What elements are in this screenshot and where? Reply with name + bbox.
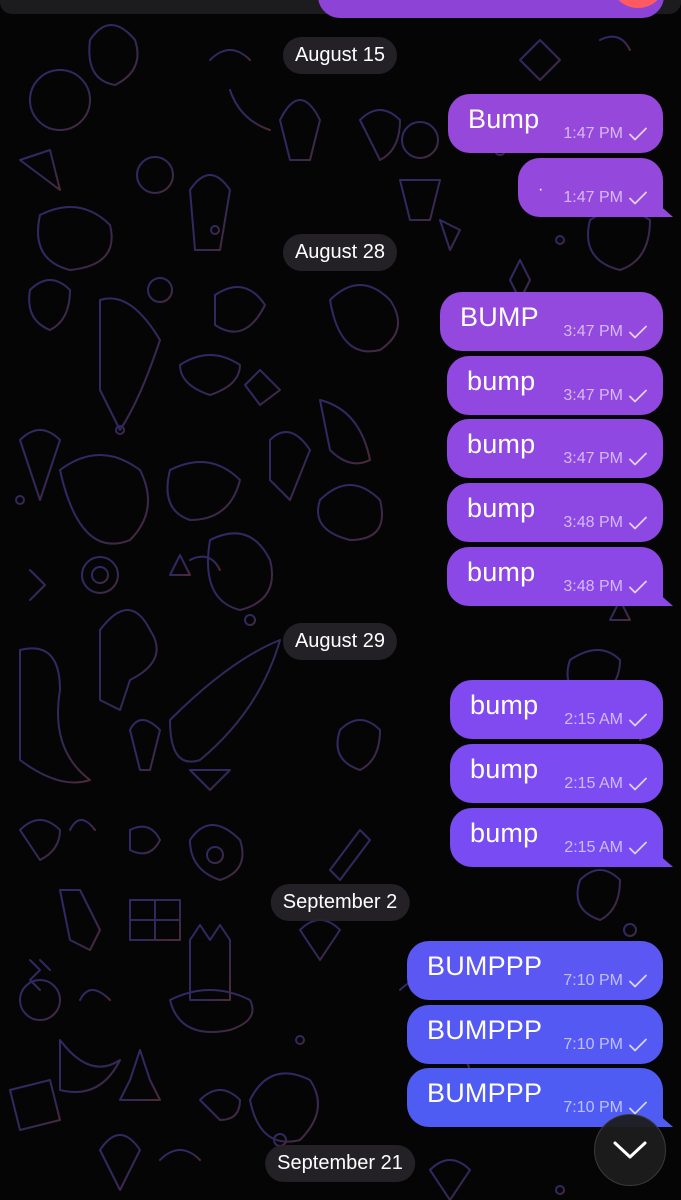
message-bubble[interactable]: bump 3:48 PM	[447, 547, 663, 606]
date-separator: September 21	[265, 1145, 415, 1182]
message-text: bump	[467, 429, 536, 459]
message-bubble[interactable]: BUMPPP 7:10 PM	[407, 1005, 663, 1064]
date-separator: August 28	[282, 234, 398, 271]
message-text: bump	[470, 690, 539, 720]
message-meta: 1:47 PM	[563, 125, 647, 143]
message-time: 1:47 PM	[563, 189, 623, 206]
message-bubble[interactable]: BUMP 3:47 PM	[440, 292, 663, 351]
message-time: 3:47 PM	[563, 323, 623, 340]
message-time: 7:10 PM	[563, 972, 623, 989]
chevron-down-icon	[613, 1141, 647, 1159]
message-text: BUMPPP	[427, 1078, 543, 1108]
message-meta: 1:47 PM	[563, 189, 647, 207]
message-bubble[interactable]: BUMPPP 7:10 PM	[407, 941, 663, 1000]
message-time: 7:10 PM	[563, 1099, 623, 1116]
message-time: 3:47 PM	[563, 387, 623, 404]
single-checkmark-icon	[629, 389, 647, 403]
message-bubble[interactable]: bump 3:48 PM	[447, 483, 663, 542]
single-checkmark-icon	[629, 580, 647, 594]
single-checkmark-icon	[629, 1038, 647, 1052]
partial-message-bubble[interactable]	[318, 0, 664, 18]
message-time: 2:15 AM	[564, 711, 623, 728]
date-separator: August 29	[282, 623, 398, 660]
single-checkmark-icon	[629, 191, 647, 205]
message-text: bump	[467, 557, 536, 587]
message-bubble[interactable]: bump 2:15 AM	[450, 680, 663, 739]
message-text: BUMPPP	[427, 951, 543, 981]
message-meta: 7:10 PM	[563, 1036, 647, 1054]
message-meta: 3:48 PM	[563, 514, 647, 532]
message-meta: 3:48 PM	[563, 578, 647, 596]
message-bubble[interactable]: Bump 1:47 PM	[448, 94, 663, 153]
message-text: bump	[467, 493, 536, 523]
message-time: 7:10 PM	[563, 1036, 623, 1053]
message-meta: 7:10 PM	[563, 972, 647, 990]
message-bubble[interactable]: · 1:47 PM	[518, 158, 663, 217]
message-text: bump	[470, 754, 539, 784]
message-bubble[interactable]: bump 2:15 AM	[450, 808, 663, 867]
message-text: bump	[470, 818, 539, 848]
single-checkmark-icon	[629, 452, 647, 466]
single-checkmark-icon	[629, 1101, 647, 1115]
single-checkmark-icon	[629, 841, 647, 855]
message-meta: 3:47 PM	[563, 323, 647, 341]
message-bubble[interactable]: bump 3:47 PM	[447, 356, 663, 415]
message-bubble[interactable]: bump 3:47 PM	[447, 419, 663, 478]
date-separator: August 15	[282, 37, 398, 74]
date-separator: September 2	[270, 884, 410, 921]
message-time: 2:15 AM	[564, 839, 623, 856]
message-meta: 2:15 AM	[564, 839, 647, 857]
message-text: bump	[467, 366, 536, 396]
single-checkmark-icon	[629, 325, 647, 339]
single-checkmark-icon	[629, 777, 647, 791]
message-time: 1:47 PM	[563, 125, 623, 142]
message-meta: 3:47 PM	[563, 387, 647, 405]
message-meta: 2:15 AM	[564, 775, 647, 793]
message-bubble[interactable]: bump 2:15 AM	[450, 744, 663, 803]
message-time: 3:47 PM	[563, 450, 623, 467]
single-checkmark-icon	[629, 713, 647, 727]
message-time: 3:48 PM	[563, 578, 623, 595]
message-time: 3:48 PM	[563, 514, 623, 531]
chat-screen: August 15 August 28 August 29 September …	[0, 0, 681, 1200]
single-checkmark-icon	[629, 127, 647, 141]
message-text: ·	[538, 180, 544, 198]
message-meta: 3:47 PM	[563, 450, 647, 468]
message-text: BUMP	[460, 302, 539, 332]
message-meta: 2:15 AM	[564, 711, 647, 729]
message-time: 2:15 AM	[564, 775, 623, 792]
single-checkmark-icon	[629, 516, 647, 530]
scroll-to-bottom-button[interactable]	[594, 1114, 666, 1186]
message-text: Bump	[468, 104, 540, 134]
single-checkmark-icon	[629, 974, 647, 988]
message-text: BUMPPP	[427, 1015, 543, 1045]
